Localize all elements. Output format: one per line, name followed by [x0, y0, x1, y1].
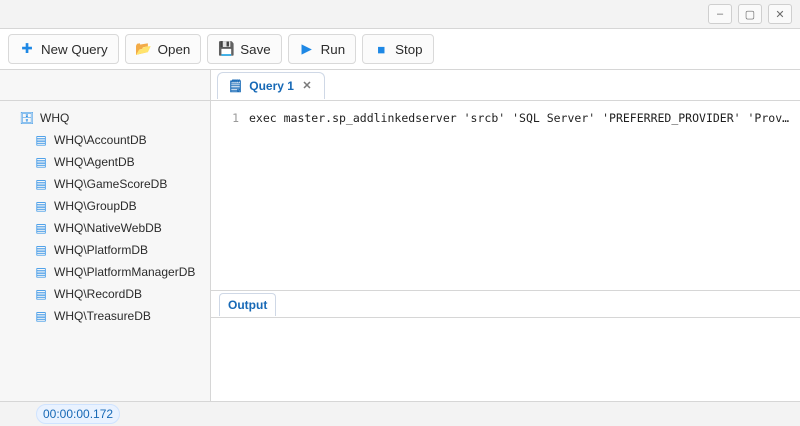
tab-label: Query 1: [249, 78, 294, 93]
title-bar: – ▢ ✕: [0, 0, 800, 29]
tree-item-3[interactable]: ▤ WHQ\GameScoreDB: [0, 173, 210, 195]
database-icon: ▤: [35, 133, 47, 147]
tree-item-7[interactable]: ▤ WHQ\PlatformManagerDB: [0, 261, 210, 283]
sidebar-header: [0, 70, 210, 101]
database-icon: ▤: [35, 287, 47, 301]
line-number: 1: [232, 111, 239, 125]
stop-button[interactable]: ■ Stop: [362, 34, 434, 64]
output-tabs: Output: [211, 291, 800, 318]
tree-item-label: WHQ\RecordDB: [54, 287, 143, 301]
database-icon: 🗄: [19, 111, 35, 125]
tree-item-9[interactable]: ▤ WHQ\TreasureDB: [0, 305, 210, 327]
editor-line: 1 exec master.sp_addlinkedserver 'srcb' …: [221, 109, 790, 127]
database-tree: 🗄 WHQ ▤ WHQ\AccountDB ▤ WHQ\AgentDB ▤ WH…: [0, 101, 210, 401]
output-tab[interactable]: Output: [219, 292, 277, 316]
database-icon: ▤: [35, 177, 47, 191]
run-label: Run: [320, 41, 346, 57]
database-icon: ▤: [35, 265, 47, 279]
query-icon: 🗒: [228, 78, 244, 93]
new-query-label: New Query: [41, 41, 108, 57]
app-window: – ▢ ✕ ✚ New Query 📂 Open 💾 Save ▶ Run ■ …: [0, 0, 800, 426]
sidebar: 🗄 WHQ ▤ WHQ\AccountDB ▤ WHQ\AgentDB ▤ WH…: [0, 70, 211, 401]
tree-item-label: WHQ\AccountDB: [54, 133, 147, 147]
status-time: 00:00:00.172: [36, 404, 121, 424]
save-icon: 💾: [217, 41, 235, 56]
open-label: Open: [157, 41, 191, 57]
new-query-icon: ✚: [21, 41, 33, 56]
minimize-icon[interactable]: –: [708, 4, 732, 24]
tree-item-label: WHQ\TreasureDB: [54, 309, 151, 323]
run-icon: ▶: [301, 41, 312, 56]
save-label: Save: [240, 41, 271, 57]
status-bar: 00:00:00.172: [0, 401, 800, 426]
tree-item-4[interactable]: ▤ WHQ\GroupDB: [0, 195, 210, 217]
sql-editor[interactable]: 1 exec master.sp_addlinkedserver 'srcb' …: [211, 101, 800, 291]
tree-item-label: WHQ: [40, 111, 70, 125]
tree-item-label: WHQ\GameScoreDB: [54, 177, 168, 191]
output-body: [211, 318, 800, 401]
maximize-icon[interactable]: ▢: [738, 4, 762, 24]
tree-item-2[interactable]: ▤ WHQ\AgentDB: [0, 151, 210, 173]
database-icon: ▤: [35, 309, 47, 323]
close-icon[interactable]: ✕: [768, 4, 792, 24]
stop-icon: ■: [377, 41, 386, 57]
main-toolbar: ✚ New Query 📂 Open 💾 Save ▶ Run ■ Stop: [0, 29, 800, 70]
open-button[interactable]: 📂 Open: [124, 34, 202, 64]
run-button[interactable]: ▶ Run: [287, 34, 357, 64]
tree-item-5[interactable]: ▤ WHQ\NativeWebDB: [0, 217, 210, 239]
tree-item-label: WHQ\NativeWebDB: [54, 221, 162, 235]
tree-item-label: WHQ\PlatformManagerDB: [54, 265, 196, 279]
stop-label: Stop: [395, 41, 423, 57]
content: 🗒 Query 1 ✕ 1 exec master.sp_addlinkedse…: [211, 70, 800, 401]
new-query-button[interactable]: ✚ New Query: [8, 34, 119, 64]
tree-item-label: WHQ\GroupDB: [54, 199, 137, 213]
database-icon: ▤: [35, 199, 47, 213]
main-area: 🗄 WHQ ▤ WHQ\AccountDB ▤ WHQ\AgentDB ▤ WH…: [0, 70, 800, 401]
tab-query-1[interactable]: 🗒 Query 1 ✕: [217, 71, 325, 99]
tree-item-8[interactable]: ▤ WHQ\RecordDB: [0, 283, 210, 305]
database-icon: ▤: [35, 221, 47, 235]
close-icon[interactable]: ✕: [300, 79, 314, 93]
tree-item-label: WHQ\PlatformDB: [54, 243, 149, 257]
tree-item-6[interactable]: ▤ WHQ\PlatformDB: [0, 239, 210, 261]
editor-tabs: 🗒 Query 1 ✕: [211, 70, 800, 101]
window-controls: – ▢ ✕: [708, 4, 792, 24]
output-pane: Output: [211, 291, 800, 401]
save-button[interactable]: 💾 Save: [207, 34, 282, 64]
database-icon: ▤: [35, 243, 47, 257]
tree-item-label: WHQ\AgentDB: [54, 155, 135, 169]
open-icon: 📂: [135, 41, 152, 56]
code-line: exec master.sp_addlinkedserver 'srcb' 'S…: [249, 111, 790, 125]
editor-wrap: 1 exec master.sp_addlinkedserver 'srcb' …: [211, 101, 800, 401]
database-icon: ▤: [35, 155, 47, 169]
tree-item-1[interactable]: ▤ WHQ\AccountDB: [0, 129, 210, 151]
tree-item-0[interactable]: 🗄 WHQ: [0, 107, 210, 129]
